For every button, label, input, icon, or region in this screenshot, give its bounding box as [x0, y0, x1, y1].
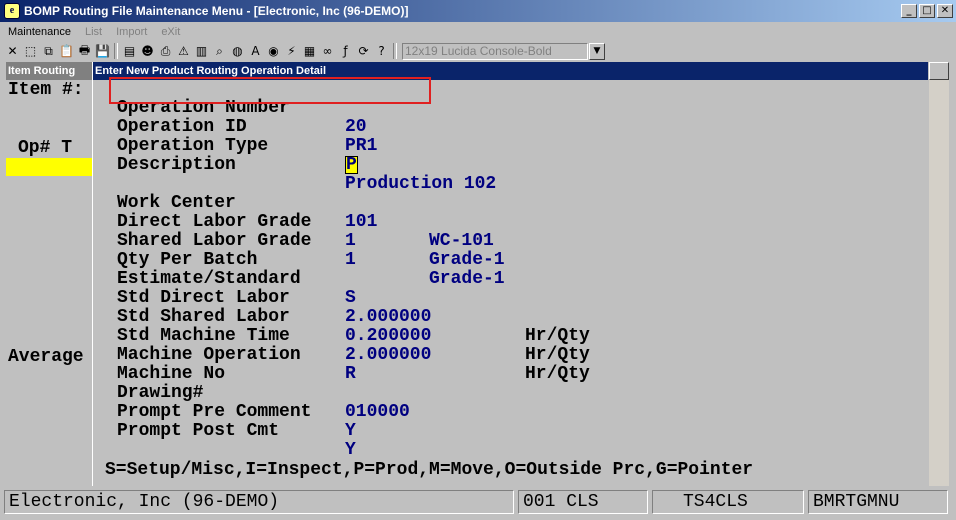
toolbar-separator	[114, 43, 118, 59]
work-center-desc: WC-101	[429, 231, 494, 251]
notes-icon[interactable]: ▤	[121, 43, 138, 60]
std-machine-time-field[interactable]: 2.000000	[345, 346, 431, 365]
operation-type-legend: S=Setup/Misc,I=Inspect,P=Prod,M=Move,O=O…	[105, 460, 754, 480]
prompt-post-cmt-label: Prompt Post Cmt	[117, 421, 280, 441]
search-icon[interactable]: ⌕	[211, 43, 228, 60]
description-row: Description Production 102	[93, 137, 496, 194]
operation-number-highlight-box	[109, 77, 431, 104]
function-icon[interactable]: ƒ	[337, 43, 354, 60]
machine-operation-row: Machine Operation R	[93, 327, 356, 384]
prompt-post-cmt-field[interactable]: Y	[345, 441, 356, 460]
std-direct-labor-row: Std Direct Labor 2.000000 Hr/Qty	[93, 270, 590, 346]
save-icon[interactable]: 💾	[94, 43, 111, 60]
window-title: BOMP Routing File Maintenance Menu - [El…	[24, 4, 409, 18]
vertical-scrollbar[interactable]	[929, 62, 949, 486]
cut-icon[interactable]: ✕	[4, 43, 21, 60]
select-icon[interactable]: ⬚	[22, 43, 39, 60]
qty-per-batch-row: Qty Per Batch	[93, 232, 257, 270]
minimize-button[interactable]: _	[901, 4, 917, 18]
direct-labor-grade-row: Direct Labor Grade 1 Grade-1	[93, 194, 505, 270]
prompt-pre-comment-row: Prompt Pre Comment Y	[93, 384, 356, 441]
maximize-button[interactable]: □	[919, 4, 935, 18]
paste-icon[interactable]: 📋	[58, 43, 75, 60]
prompt-pre-comment-field[interactable]: Y	[345, 422, 356, 441]
operation-id-field[interactable]: PR1	[345, 137, 377, 156]
std-shared-labor-field[interactable]: 0.200000	[345, 327, 431, 346]
shared-labor-grade-row: Shared Labor Grade 1 Grade-1	[93, 213, 505, 289]
direct-labor-grade-desc: Grade-1	[429, 250, 505, 270]
lightning-icon[interactable]: ⚡	[283, 43, 300, 60]
item-routing-tab[interactable]: Item Routing	[6, 62, 96, 80]
menu-exit[interactable]: eXit	[161, 26, 180, 38]
chart-icon[interactable]: ▥	[193, 43, 210, 60]
print-icon[interactable]: 🖶	[76, 43, 93, 60]
description-field[interactable]: Production 102	[345, 175, 496, 194]
std-machine-time-row: Std Machine Time 2.000000 Hr/Qty	[93, 308, 590, 384]
operation-number-field[interactable]: 20	[345, 118, 367, 137]
refresh-icon[interactable]: ⟳	[355, 43, 372, 60]
app-logo-icon[interactable]: e	[4, 3, 20, 19]
status-terminal: TS4CLS	[652, 490, 804, 514]
estimate-standard-field[interactable]: S	[345, 289, 356, 308]
std-shared-labor-row: Std Shared Labor 0.200000 Hr/Qty	[93, 289, 590, 365]
shared-labor-grade-desc: Grade-1	[429, 269, 505, 289]
status-program: BMRTGMNU	[808, 490, 948, 514]
calculator-icon[interactable]: ▦	[301, 43, 318, 60]
work-center-row: Work Center 101 WC-101	[93, 175, 494, 251]
close-button[interactable]: ✕	[937, 4, 953, 18]
globe-icon[interactable]: ◍	[229, 43, 246, 60]
menu-import[interactable]: Import	[116, 26, 147, 38]
item-number-label: Item #:	[8, 80, 84, 100]
status-company: Electronic, Inc (96-DEMO)	[4, 490, 514, 514]
operation-type-row: Operation Type P	[93, 118, 358, 174]
status-code: 001 CLS	[518, 490, 648, 514]
operation-type-field[interactable]: P	[345, 156, 358, 174]
std-direct-labor-field[interactable]: 2.000000	[345, 308, 431, 327]
printer-icon[interactable]: ⎙	[157, 43, 174, 60]
menu-bar: Maintenance List Import eXit	[0, 23, 956, 41]
estimate-standard-row: Estimate/Standard S	[93, 251, 356, 308]
terminal-area: Item Routing Item #: Op# T Average Enter…	[6, 62, 928, 486]
chevron-down-icon[interactable]: ▼	[589, 42, 605, 60]
drawing-row: Drawing# 010000	[93, 365, 410, 422]
work-center-field[interactable]: 101	[345, 213, 377, 232]
direct-labor-grade-field[interactable]: 1	[345, 232, 356, 251]
description-label: Description	[117, 155, 236, 175]
op-header-label: Op# T	[18, 138, 73, 158]
menu-maintenance[interactable]: Maintenance	[8, 26, 71, 38]
window-title-bar: e BOMP Routing File Maintenance Menu - […	[0, 0, 956, 22]
routing-operation-dialog: Enter New Product Routing Operation Deta…	[92, 62, 928, 486]
scrollbar-thumb[interactable]	[929, 62, 949, 80]
menu-list[interactable]: List	[85, 26, 102, 38]
copy-icon[interactable]: ⧉	[40, 43, 57, 60]
drawing-field[interactable]: 010000	[345, 403, 410, 422]
prompt-post-cmt-row: Prompt Post Cmt Y	[93, 403, 356, 460]
help-icon[interactable]: ?	[373, 43, 390, 60]
machine-no-row: Machine No	[93, 346, 225, 384]
std-direct-labor-unit: Hr/Qty	[525, 326, 590, 346]
toolbar-separator	[393, 43, 397, 59]
link-icon[interactable]: ∞	[319, 43, 336, 60]
font-icon[interactable]: A	[247, 43, 264, 60]
status-bar: Electronic, Inc (96-DEMO) 001 CLS TS4CLS…	[4, 490, 952, 516]
std-machine-time-unit: Hr/Qty	[525, 364, 590, 384]
font-select[interactable]: 12x19 Lucida Console-Bold	[402, 42, 588, 60]
average-label: Average	[8, 347, 84, 367]
user-icon[interactable]: ☻	[139, 43, 156, 60]
toolbar: ✕ ⬚ ⧉ 📋 🖶 💾 ▤ ☻ ⎙ ⚠ ▥ ⌕ ◍ A ◉ ⚡ ▦ ∞ ƒ ⟳ …	[4, 41, 954, 61]
camera-icon[interactable]: ◉	[265, 43, 282, 60]
machine-operation-field[interactable]: R	[345, 365, 356, 384]
std-shared-labor-unit: Hr/Qty	[525, 345, 590, 365]
shared-labor-grade-field[interactable]: 1	[345, 251, 356, 270]
alert-icon[interactable]: ⚠	[175, 43, 192, 60]
